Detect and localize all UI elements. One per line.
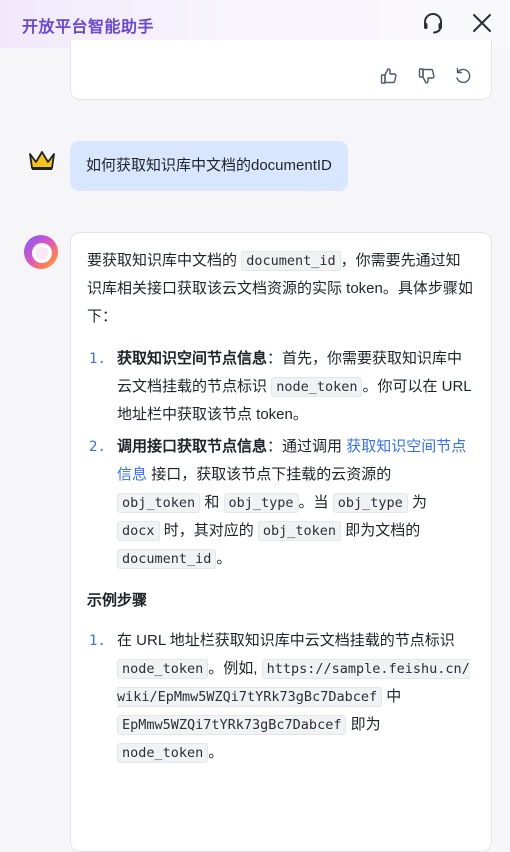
inline-code: EpMmw5WZQi7tYRk73gBc7Dabcef: [117, 715, 347, 735]
example-steps-list: 1. 在 URL 地址栏获取知识库中云文档挂载的节点标识 node_token。…: [87, 627, 473, 767]
app-title: 开放平台智能助手: [22, 19, 155, 36]
inline-code: docx: [117, 521, 160, 541]
steps-list: 1. 获取知识空间节点信息：首先，你需要获取知识库中云文档挂载的节点标识 nod…: [87, 345, 473, 573]
refresh-icon[interactable]: [453, 66, 473, 86]
thumbs-up-icon[interactable]: [379, 66, 399, 86]
inline-code: obj_token: [257, 521, 342, 541]
inline-code: obj_type: [223, 493, 299, 513]
inline-code: node_token: [117, 659, 209, 679]
user-message-bubble: 如何获取知识库中文档的documentID: [70, 141, 348, 191]
previous-answer-card: [70, 40, 492, 100]
assistant-logo-icon: [22, 233, 60, 271]
thumbs-down-icon[interactable]: [417, 66, 437, 86]
inline-code: document_id: [117, 549, 217, 569]
list-item: 2. 调用接口获取节点信息：通过调用 获取知识空间节点信息 接口，获取该节点下挂…: [89, 438, 467, 569]
example-heading: 示例步骤: [87, 592, 148, 609]
assistant-answer-card: 要获取知识库中文档的 document_id ，你需要先通过知识库相关接口获取该云…: [70, 232, 492, 852]
inline-code: node_token: [271, 377, 363, 397]
close-icon[interactable]: [469, 10, 495, 36]
headset-icon[interactable]: [420, 10, 446, 36]
inline-code: obj_type: [332, 493, 408, 513]
list-item: 1. 在 URL 地址栏获取知识库中云文档挂载的节点标识 node_token。…: [89, 632, 470, 763]
inline-code: obj_token: [117, 493, 201, 513]
list-item: 1. 获取知识空间节点信息：首先，你需要获取知识库中云文档挂载的节点标识 nod…: [89, 350, 472, 423]
inline-code: node_token: [117, 743, 209, 763]
answer-intro: 要获取知识库中文档的 document_id ，你需要先通过知识库相关接口获取该云…: [87, 251, 473, 325]
inline-code: document_id: [241, 251, 341, 271]
crown-icon: [28, 150, 56, 172]
